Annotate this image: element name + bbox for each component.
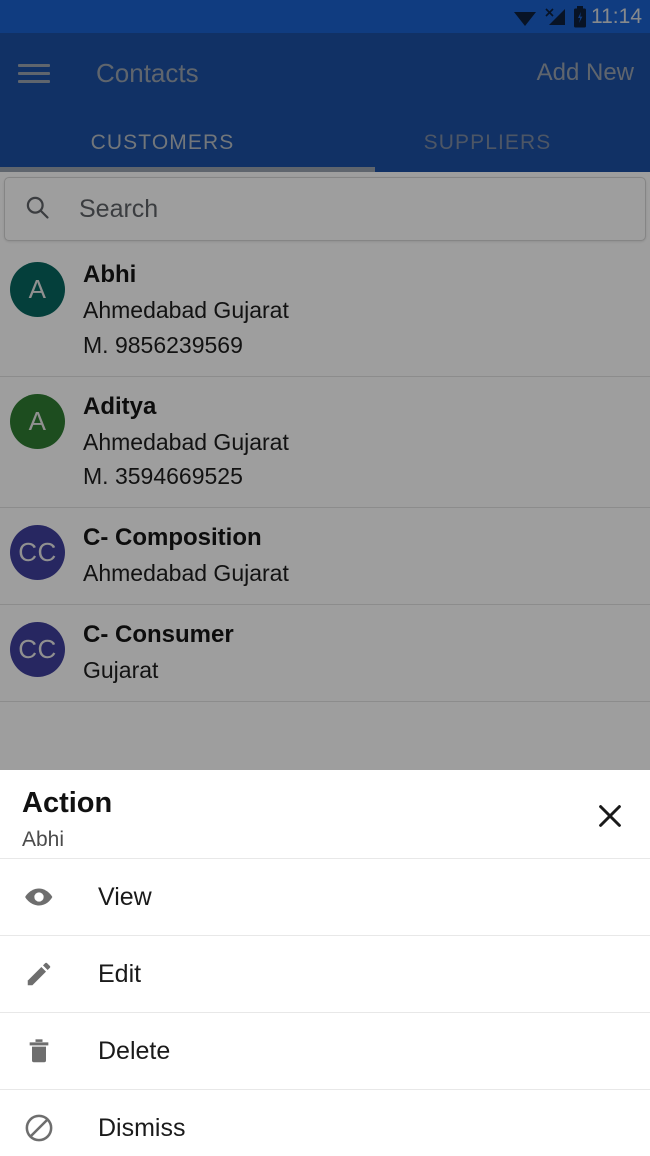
action-item-label: Edit [98, 959, 142, 988]
eye-icon [16, 881, 62, 913]
action-item-dismiss[interactable]: Dismiss [0, 1089, 650, 1156]
action-item-view[interactable]: View [0, 858, 650, 935]
trash-icon [16, 1036, 62, 1066]
pencil-icon [16, 959, 62, 989]
bottom-sheet-subtitle: Abhi [22, 827, 65, 851]
bottom-sheet-title: Action [22, 787, 113, 819]
action-item-label: Delete [98, 1036, 171, 1065]
action-item-edit[interactable]: Edit [0, 935, 650, 1012]
phone-screen: 11:14 Contacts Add New CUSTOMERS SUPPLIE… [0, 0, 650, 1156]
bottom-sheet-header: Action Abhi [0, 770, 650, 858]
close-icon[interactable] [588, 794, 632, 838]
action-bottom-sheet: Action Abhi View Edit Delete Dismiss [0, 770, 650, 1156]
action-item-label: View [98, 882, 152, 911]
action-item-label: Dismiss [98, 1113, 186, 1142]
block-icon [16, 1112, 62, 1144]
modal-scrim-overlay[interactable] [0, 0, 650, 770]
action-item-delete[interactable]: Delete [0, 1012, 650, 1089]
